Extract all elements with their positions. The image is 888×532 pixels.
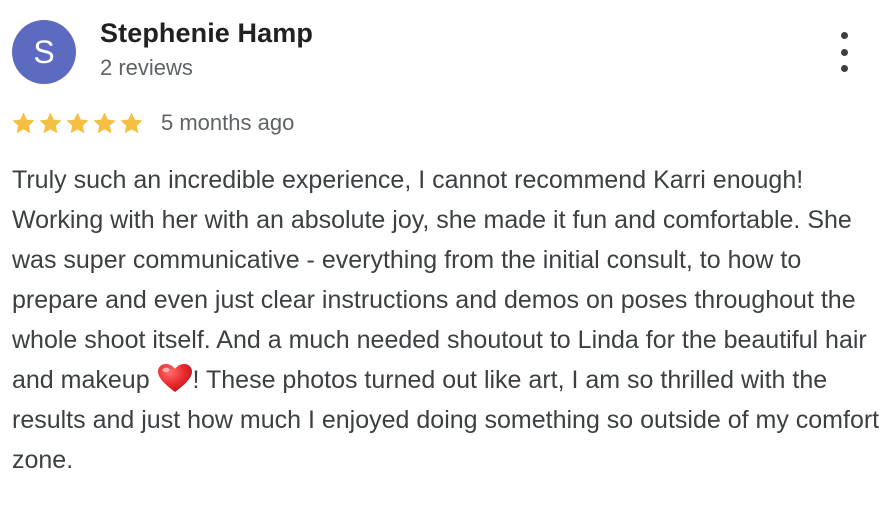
more-vert-icon-dot xyxy=(840,32,848,39)
avatar[interactable]: S xyxy=(12,20,76,84)
rating-row: 5 months ago xyxy=(10,105,294,141)
reviewer-name[interactable]: Stephenie Hamp xyxy=(100,18,313,49)
review-text: Truly such an incredible experience, I c… xyxy=(12,160,882,480)
star-icon xyxy=(64,110,91,137)
review-card: S Stephenie Hamp 2 reviews 5 months ago … xyxy=(0,0,888,532)
star-icon xyxy=(10,110,37,137)
review-text-part1: Truly such an incredible experience, I c… xyxy=(12,166,867,394)
review-time: 5 months ago xyxy=(161,110,295,135)
star-icon xyxy=(37,110,64,137)
more-vert-icon-dot xyxy=(840,48,848,56)
star-icon xyxy=(91,110,118,137)
star-rating xyxy=(10,110,145,137)
more-options-button[interactable] xyxy=(828,32,860,72)
avatar-letter: S xyxy=(33,33,55,70)
heart-emoji-icon xyxy=(157,363,193,393)
review-count[interactable]: 2 reviews xyxy=(100,55,193,81)
more-vert-icon-dot xyxy=(840,65,848,72)
star-icon xyxy=(118,110,145,137)
